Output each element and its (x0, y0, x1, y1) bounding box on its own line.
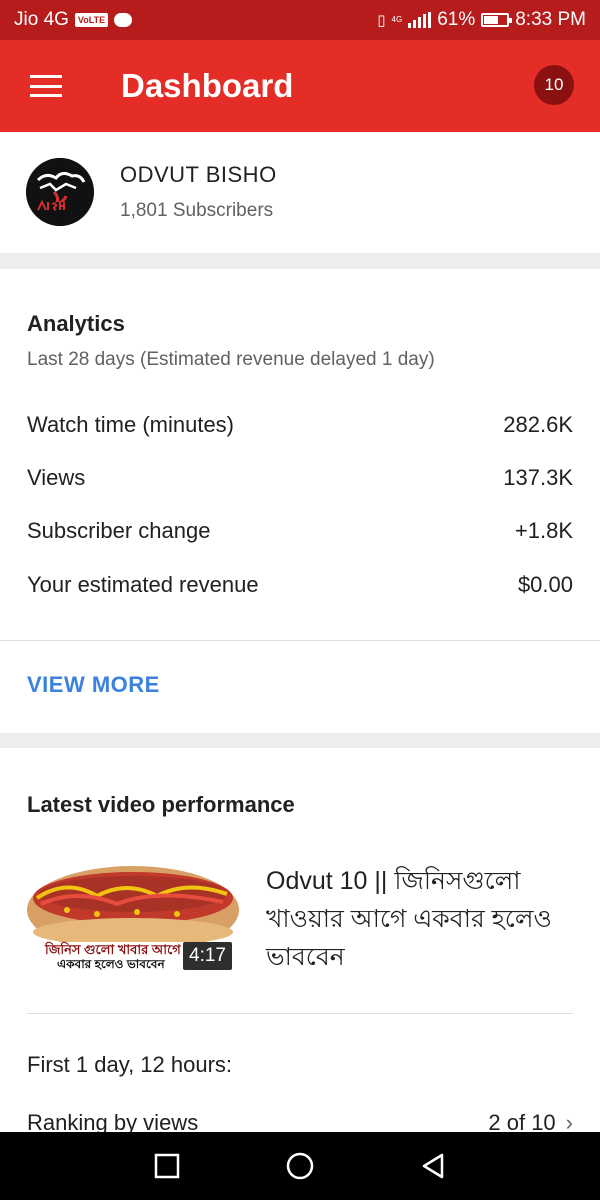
video-duration: 4:17 (183, 942, 232, 970)
channel-avatar (26, 158, 94, 226)
home-button[interactable] (270, 1136, 330, 1196)
view-more-button[interactable]: VIEW MORE (27, 672, 160, 698)
metric-row-subscriber-change[interactable]: Subscriber change +1.8K (27, 518, 573, 544)
latest-video-title: Latest video performance (27, 792, 295, 817)
divider (0, 640, 600, 641)
system-nav-bar (0, 1132, 600, 1200)
analytics-subtitle: Last 28 days (Estimated revenue delayed … (27, 349, 435, 370)
message-notification-icon (114, 13, 133, 27)
metric-value: 137.3K (503, 465, 573, 490)
menu-button[interactable] (0, 40, 92, 132)
video-thumbnail[interactable]: জিনিস গুলো খাবার আগে একবার হলেও ভাববেন 4… (27, 858, 240, 976)
notification-badge[interactable]: 10 (534, 65, 574, 105)
back-button[interactable] (403, 1136, 463, 1196)
vibrate-icon: ▯ (377, 12, 386, 29)
metric-value: $0.00 (517, 572, 573, 597)
page-title: Dashboard (121, 67, 294, 104)
channel-name: ODVUT BISHO (120, 162, 277, 187)
hamburger-icon (30, 75, 62, 97)
metric-label: Watch time (minutes) (27, 412, 235, 437)
metric-value: +1.8K (514, 518, 573, 543)
carrier-label: Jio 4G (14, 9, 69, 30)
signal-icon (408, 12, 432, 28)
metric-label: Views (27, 465, 86, 490)
network-type-label: 4G (391, 15, 403, 24)
volte-icon: VoLTE (74, 13, 109, 27)
status-right: ▯ 4G 61% 8:33 PM (377, 9, 586, 31)
metric-label: Subscriber change (27, 518, 211, 543)
analytics-title: Analytics (27, 311, 125, 336)
analytics-card (0, 269, 600, 733)
battery-level (484, 16, 498, 24)
metric-label: Your estimated revenue (27, 572, 259, 597)
video-title[interactable]: Odvut 10 || জিনিসগুলো খাওয়ার আগে একবার … (266, 862, 566, 976)
metric-row-views[interactable]: Views 137.3K (27, 465, 573, 491)
channel-card[interactable] (0, 132, 600, 253)
metric-value: 282.6K (503, 412, 573, 437)
battery-icon (481, 13, 513, 27)
performance-period: First 1 day, 12 hours: (27, 1052, 573, 1078)
divider (27, 1013, 573, 1014)
clock: 8:33 PM (515, 9, 586, 30)
app-bar: Dashboard 10 (0, 40, 600, 132)
status-left: Jio 4G VoLTE (14, 9, 133, 31)
status-bar: Jio 4G VoLTE ▯ 4G 61% 8:33 PM (0, 0, 600, 40)
network-type-icon: 4G (392, 16, 403, 24)
battery-percent: 61% (437, 9, 476, 30)
subscriber-count: 1,801 Subscribers (120, 200, 274, 221)
circle-icon (286, 1152, 314, 1180)
triangle-back-icon (423, 1153, 444, 1179)
recent-apps-button[interactable] (137, 1136, 197, 1196)
metric-row-watch-time[interactable]: Watch time (minutes) 282.6K (27, 412, 573, 438)
metric-row-revenue[interactable]: Your estimated revenue $0.00 (27, 572, 573, 598)
period-label: First 1 day, 12 hours: (27, 1052, 233, 1077)
channel-logo-icon (26, 158, 94, 226)
square-icon (154, 1153, 179, 1179)
